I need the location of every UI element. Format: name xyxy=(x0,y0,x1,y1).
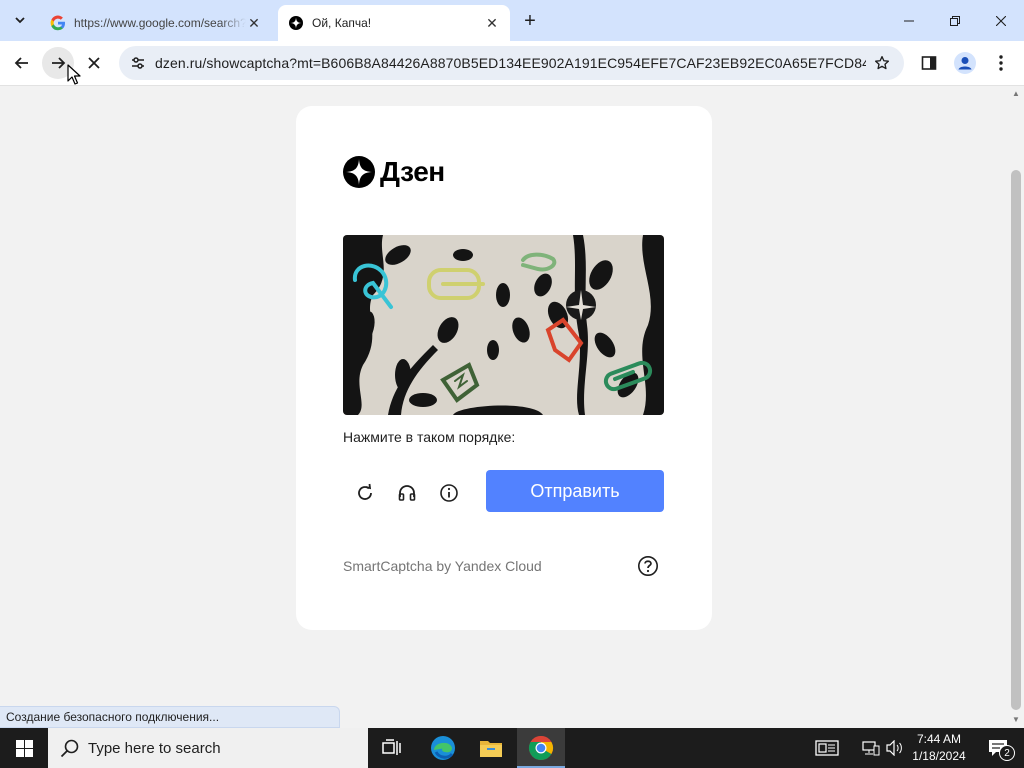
chevron-down-icon xyxy=(15,17,25,24)
google-g-icon xyxy=(50,15,66,31)
start-button[interactable] xyxy=(0,728,48,768)
taskbar-file-explorer[interactable] xyxy=(467,728,515,768)
windows-logo-icon xyxy=(15,739,33,757)
brand-header: Дзен xyxy=(343,156,445,188)
profile-button[interactable] xyxy=(949,47,981,79)
arrow-right-icon xyxy=(52,57,66,69)
close-window-button[interactable] xyxy=(978,0,1024,41)
address-bar[interactable]: dzen.ru/showcaptcha?mt=B606B8A84426A8870… xyxy=(119,46,904,80)
scroll-down-icon[interactable]: ▼ xyxy=(1012,716,1020,724)
volume-icon xyxy=(886,740,902,756)
audio-headphones-icon xyxy=(398,485,416,501)
restore-icon xyxy=(950,15,960,26)
browser-menu-button[interactable] xyxy=(985,47,1017,79)
chrome-icon xyxy=(528,735,554,760)
tab-close-icon[interactable]: ✕ xyxy=(484,15,500,31)
minimize-button[interactable] xyxy=(886,0,932,41)
back-button[interactable] xyxy=(6,47,38,79)
captcha-provider-text: SmartCaptcha by Yandex Cloud xyxy=(343,558,542,574)
arrow-left-icon xyxy=(14,57,28,69)
action-center-button[interactable]: 2 xyxy=(980,728,1016,768)
scroll-thumb[interactable] xyxy=(1011,170,1021,710)
close-icon xyxy=(88,57,100,69)
captcha-instruction: Нажмите в таком порядке: xyxy=(343,429,516,445)
clock-time: 7:44 AM xyxy=(916,732,962,746)
info-button[interactable] xyxy=(435,479,463,507)
help-button[interactable] xyxy=(636,554,660,578)
stop-loading-button[interactable] xyxy=(78,47,110,79)
task-view-icon xyxy=(382,739,401,755)
taskbar-chrome[interactable] xyxy=(517,728,565,768)
restore-button[interactable] xyxy=(932,0,978,41)
more-vertical-icon xyxy=(999,55,1003,71)
news-widget-button[interactable] xyxy=(812,728,842,768)
dzen-logo-icon xyxy=(288,15,304,31)
search-icon xyxy=(60,738,80,758)
tab-title: https://www.google.com/search? xyxy=(74,16,246,30)
forward-button[interactable] xyxy=(42,47,74,79)
windows-taskbar: Type here to search 7:44 AM 1/18/2024 2 xyxy=(0,728,1024,768)
edge-icon xyxy=(431,736,455,760)
clock-date: 1/18/2024 xyxy=(912,749,966,763)
brand-name: Дзен xyxy=(380,156,445,187)
audio-button[interactable] xyxy=(393,479,421,507)
network-tray-button[interactable] xyxy=(860,728,882,768)
network-icon xyxy=(862,741,880,756)
browser-toolbar: dzen.ru/showcaptcha?mt=B606B8A84426A8870… xyxy=(0,41,1024,86)
captcha-card: Дзен Нажмите в таком порядке: Отправить … xyxy=(296,106,712,630)
url-text[interactable]: dzen.ru/showcaptcha?mt=B606B8A84426A8870… xyxy=(155,55,866,71)
info-icon xyxy=(440,484,458,502)
submit-button[interactable]: Отправить xyxy=(486,470,664,512)
folder-icon xyxy=(480,741,502,757)
taskbar-search-box[interactable]: Type here to search xyxy=(48,728,368,768)
question-circle-icon xyxy=(638,556,658,576)
taskbar-search-placeholder: Type here to search xyxy=(88,739,221,757)
refresh-icon xyxy=(358,483,372,500)
tab-close-icon[interactable]: ✕ xyxy=(246,15,262,31)
site-settings-icon[interactable] xyxy=(121,46,155,80)
tab-google-search[interactable]: https://www.google.com/search? ✕ xyxy=(40,5,272,41)
dzen-logo-icon xyxy=(343,156,375,188)
new-tab-button[interactable]: + xyxy=(518,10,542,32)
bookmark-star-icon[interactable] xyxy=(866,46,898,80)
side-panel-button[interactable] xyxy=(913,47,945,79)
close-icon xyxy=(996,15,1006,26)
taskbar-edge[interactable] xyxy=(419,728,467,768)
tab-captcha[interactable]: Ой, Капча! ✕ xyxy=(278,5,510,41)
refresh-button[interactable] xyxy=(351,479,379,507)
minimize-icon xyxy=(904,20,914,21)
status-bar-text: Создание безопасного подключения... xyxy=(0,706,340,728)
notification-count-badge: 2 xyxy=(999,745,1015,761)
tab-search-button[interactable] xyxy=(7,8,33,32)
side-panel-icon xyxy=(921,56,937,70)
tab-strip: https://www.google.com/search? ✕ Ой, Кап… xyxy=(0,0,1024,41)
scroll-up-icon[interactable]: ▲ xyxy=(1012,90,1020,98)
taskbar-clock[interactable]: 7:44 AM 1/18/2024 xyxy=(908,731,970,765)
avatar-icon xyxy=(954,52,976,74)
page-content: Дзен Нажмите в таком порядке: Отправить … xyxy=(0,86,1008,728)
tab-title: Ой, Капча! xyxy=(312,16,372,30)
page-scrollbar[interactable]: ▲ ▼ xyxy=(1008,86,1024,728)
news-icon xyxy=(815,740,839,756)
task-view-button[interactable] xyxy=(368,728,416,768)
captcha-image[interactable] xyxy=(343,235,664,415)
volume-tray-button[interactable] xyxy=(884,728,906,768)
